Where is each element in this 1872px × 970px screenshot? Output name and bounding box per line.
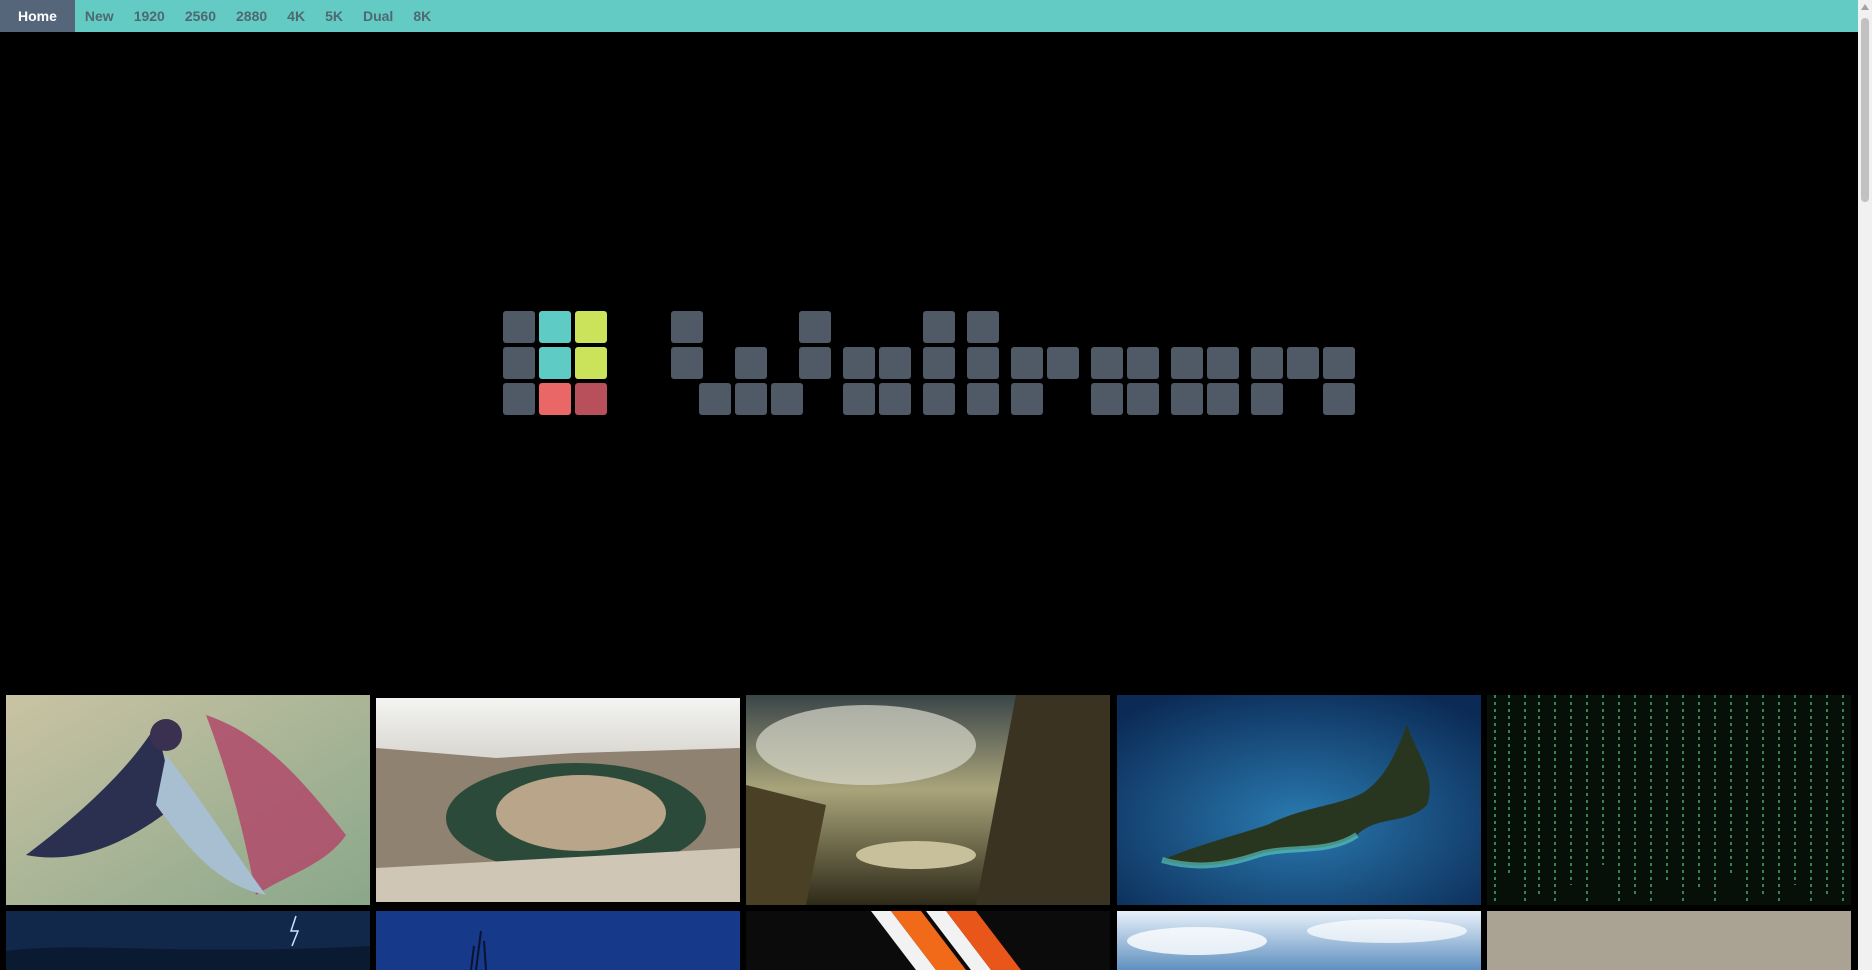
logo-block	[1171, 347, 1203, 379]
logo-block	[1251, 347, 1283, 379]
nav-5k[interactable]: 5K	[315, 0, 353, 32]
logo-block	[503, 347, 535, 379]
logo-block	[575, 311, 607, 343]
logo-block	[923, 383, 955, 415]
logo-block	[1323, 347, 1355, 379]
logo-block	[1127, 383, 1159, 415]
nav-1920[interactable]: 1920	[124, 0, 175, 32]
logo-block	[1091, 347, 1123, 379]
logo-block	[879, 383, 911, 415]
page-scrollbar[interactable]	[1858, 0, 1872, 970]
logo-block	[539, 383, 571, 415]
logo-block	[967, 311, 999, 343]
wallpaper-thumbnail[interactable]	[1117, 911, 1481, 970]
logo-block	[575, 383, 607, 415]
nav-2560[interactable]: 2560	[175, 0, 226, 32]
nav-2880[interactable]: 2880	[226, 0, 277, 32]
wallpaper-thumbnail[interactable]	[1487, 911, 1851, 970]
wallpaper-thumbnail[interactable]	[6, 695, 370, 905]
hero-banner	[0, 32, 1858, 692]
logo-block	[671, 347, 703, 379]
logo-block	[1207, 347, 1239, 379]
logo-block	[843, 347, 875, 379]
logo-block	[1047, 347, 1079, 379]
wallpaper-thumbnail[interactable]	[6, 911, 370, 970]
logo-block	[879, 347, 911, 379]
logo-block	[503, 383, 535, 415]
nav-dual[interactable]: Dual	[353, 0, 403, 32]
logo-block	[699, 383, 731, 415]
nav-8k[interactable]: 8K	[403, 0, 441, 32]
top-nav: Home New 1920 2560 2880 4K 5K Dual 8K	[0, 0, 1858, 32]
logo-block	[799, 311, 831, 343]
site-logo[interactable]	[0, 32, 1858, 692]
logo-block	[967, 347, 999, 379]
logo-block	[1127, 347, 1159, 379]
logo-block	[799, 347, 831, 379]
logo-block	[1171, 383, 1203, 415]
nav-new[interactable]: New	[75, 0, 124, 32]
wallpaper-thumbnail[interactable]	[376, 911, 740, 970]
logo-block	[539, 311, 571, 343]
logo-block	[1011, 383, 1043, 415]
wallpaper-thumbnail[interactable]	[1487, 695, 1851, 905]
logo-block	[1323, 383, 1355, 415]
logo-block	[575, 347, 607, 379]
logo-block	[967, 383, 999, 415]
logo-block	[771, 383, 803, 415]
scroll-up-arrow-icon[interactable]	[1861, 4, 1869, 10]
logo-block	[539, 347, 571, 379]
nav-home[interactable]: Home	[0, 0, 75, 32]
logo-block	[923, 311, 955, 343]
logo-block	[1287, 347, 1319, 379]
wallpaper-thumbnail[interactable]	[746, 911, 1110, 970]
nav-4k[interactable]: 4K	[277, 0, 315, 32]
logo-block	[1091, 383, 1123, 415]
logo-block	[923, 347, 955, 379]
logo-block	[843, 383, 875, 415]
wallpaper-thumbnail[interactable]	[1117, 695, 1481, 905]
wallpaper-thumbnail[interactable]	[746, 695, 1110, 905]
logo-block	[503, 311, 535, 343]
logo-block	[735, 383, 767, 415]
logo-block	[1207, 383, 1239, 415]
logo-block	[671, 311, 703, 343]
logo-block	[1251, 383, 1283, 415]
scrollbar-thumb[interactable]	[1861, 18, 1869, 202]
wallpaper-thumbnail[interactable]	[376, 698, 740, 902]
logo-block	[735, 347, 767, 379]
logo-block	[1011, 347, 1043, 379]
